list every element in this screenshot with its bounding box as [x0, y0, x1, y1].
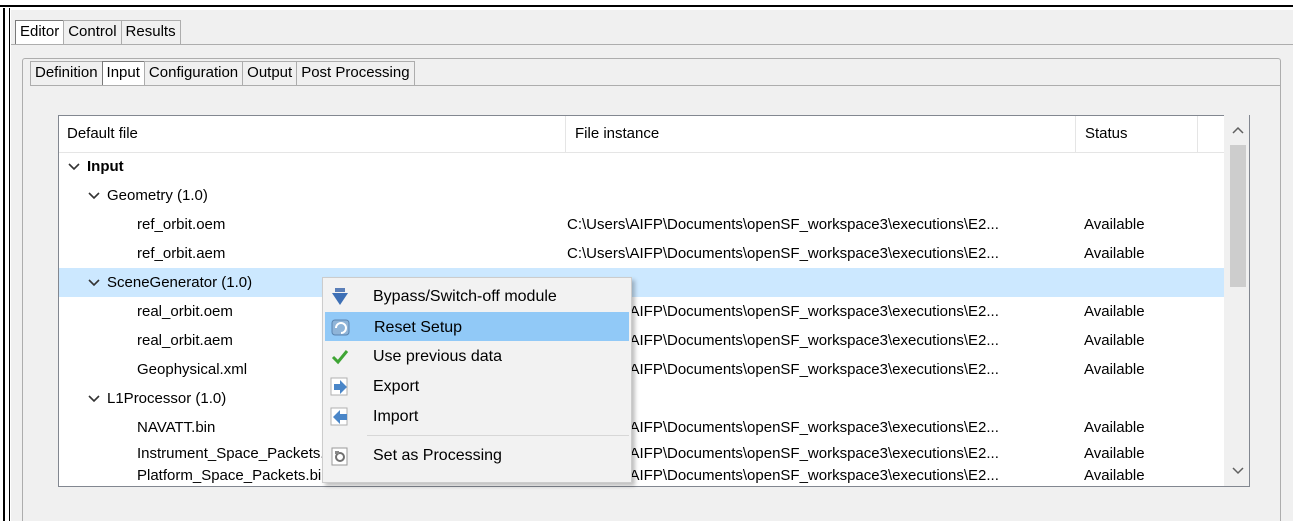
chevron-down-icon[interactable] — [87, 182, 101, 211]
tree-row-scenegenerator[interactable]: SceneGenerator (1.0) — [59, 268, 1226, 297]
table-row[interactable]: ref_orbit.oem C:\Users\AIFP\Documents\op… — [59, 210, 1226, 239]
table-row[interactable]: Instrument_Space_Packets.bin C:\Users\AI… — [59, 442, 1226, 465]
row-name: Instrument_Space_Packets.bin — [137, 445, 345, 462]
menu-item-import[interactable]: Import — [325, 402, 629, 431]
column-header-default-file[interactable]: Default file — [59, 116, 565, 152]
row-status: Available — [1084, 216, 1145, 233]
tree-row-l1processor[interactable]: L1Processor (1.0) — [59, 384, 1226, 413]
tab-post-processing[interactable]: Post Processing — [296, 61, 415, 85]
menu-item-use-previous-data[interactable]: Use previous data — [325, 342, 629, 371]
row-name: NAVATT.bin — [137, 419, 216, 436]
tree-row-geometry[interactable]: Geometry (1.0) — [59, 181, 1226, 210]
menu-item-reset-setup[interactable]: Reset Setup — [325, 312, 629, 341]
export-arrow-icon — [329, 376, 351, 398]
row-status: Available — [1084, 332, 1145, 349]
scroll-up-icon[interactable] — [1225, 119, 1250, 141]
checkmark-icon — [329, 346, 351, 368]
menu-separator — [367, 435, 629, 436]
table-row[interactable]: real_orbit.oem C:\Users\AIFP\Documents\o… — [59, 297, 1226, 326]
menu-item-label: Set as Processing — [373, 447, 502, 464]
vertical-scrollbar[interactable] — [1224, 115, 1249, 486]
row-name: Platform_Space_Packets.bin — [137, 467, 330, 484]
row-name: ref_orbit.oem — [137, 216, 226, 233]
column-header-file-instance[interactable]: File instance — [567, 116, 1073, 152]
menu-item-label: Use previous data — [373, 348, 502, 365]
scrollbar-thumb[interactable] — [1230, 145, 1246, 287]
chevron-down-icon[interactable] — [67, 153, 81, 182]
tab-results[interactable]: Results — [120, 20, 181, 44]
menu-item-label: Reset Setup — [374, 319, 463, 336]
reset-icon — [330, 317, 352, 339]
row-name: real_orbit.aem — [137, 332, 233, 349]
row-name: real_orbit.oem — [137, 303, 233, 320]
column-separator[interactable] — [565, 116, 566, 152]
column-header-status[interactable]: Status — [1077, 116, 1192, 152]
row-status: Available — [1084, 445, 1145, 462]
table-row[interactable]: real_orbit.aem C:\Users\AIFP\Documents\o… — [59, 326, 1226, 355]
import-arrow-icon — [329, 406, 351, 428]
tree-row-input[interactable]: Input — [59, 152, 1226, 181]
tab-output[interactable]: Output — [242, 61, 298, 85]
row-status: Available — [1084, 467, 1145, 484]
row-name: Geometry (1.0) — [107, 187, 208, 204]
table-row[interactable]: Geophysical.xml C:\Users\AIFP\Documents\… — [59, 355, 1226, 384]
table-row[interactable]: Platform_Space_Packets.bin C:\Users\AIFP… — [59, 465, 1226, 487]
context-menu: Bypass/Switch-off module Reset Setup Use… — [322, 277, 632, 483]
column-separator[interactable] — [1075, 116, 1076, 152]
menu-item-label: Export — [373, 378, 420, 395]
row-status: Available — [1084, 361, 1145, 378]
menu-item-set-as-processing[interactable]: Set as Processing — [325, 441, 629, 470]
window-left-edge — [0, 8, 10, 521]
tab-definition[interactable]: Definition — [30, 61, 103, 85]
menu-item-label: Import — [373, 408, 419, 425]
chevron-down-icon[interactable] — [87, 385, 101, 414]
tab-editor[interactable]: Editor — [15, 20, 65, 44]
table-header: Default file File instance Status — [59, 116, 1249, 153]
chevron-down-icon[interactable] — [87, 269, 101, 298]
top-tab-bar: Editor Control Results — [15, 20, 181, 44]
row-name: SceneGenerator (1.0) — [107, 274, 253, 291]
row-name: ref_orbit.aem — [137, 245, 226, 262]
row-status: Available — [1084, 419, 1145, 436]
window-top-edge — [0, 0, 1293, 7]
row-name: L1Processor (1.0) — [107, 390, 227, 407]
row-name: Input — [87, 158, 124, 175]
tab-input[interactable]: Input — [101, 61, 145, 85]
tab-control[interactable]: Control — [63, 20, 122, 44]
row-status: Available — [1084, 245, 1145, 262]
menu-item-label: Bypass/Switch-off module — [373, 288, 557, 305]
sub-tab-bar: Definition Input Configuration Output Po… — [30, 61, 415, 85]
processing-icon — [329, 445, 351, 467]
row-file-instance: C:\Users\AIFP\Documents\openSF_workspace… — [567, 245, 999, 262]
row-status: Available — [1084, 303, 1145, 320]
table-row[interactable]: NAVATT.bin C:\Users\AIFP\Documents\openS… — [59, 413, 1226, 442]
table-row[interactable]: ref_orbit.aem C:\Users\AIFP\Documents\op… — [59, 239, 1226, 268]
scroll-down-icon[interactable] — [1225, 460, 1250, 482]
window-left-border — [3, 8, 5, 521]
row-name: Geophysical.xml — [137, 361, 248, 378]
input-files-tree-table[interactable]: Default file File instance Status Input … — [58, 115, 1250, 487]
tab-configuration[interactable]: Configuration — [143, 61, 244, 85]
row-file-instance: C:\Users\AIFP\Documents\openSF_workspace… — [567, 216, 999, 233]
menu-item-export[interactable]: Export — [325, 372, 629, 401]
menu-item-bypass[interactable]: Bypass/Switch-off module — [325, 282, 629, 311]
column-separator[interactable] — [1197, 116, 1198, 152]
bypass-arrow-icon — [329, 286, 351, 308]
